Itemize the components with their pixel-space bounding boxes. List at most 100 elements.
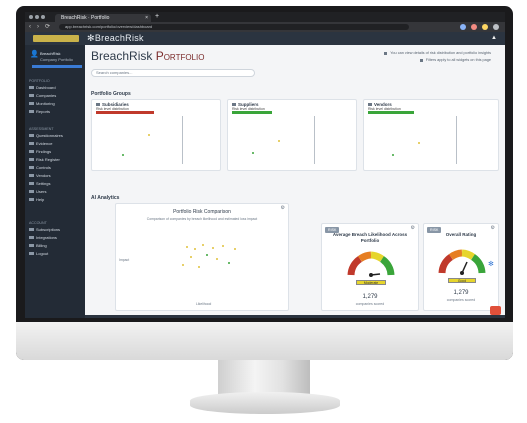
- axis-label-x: Likelihood: [196, 302, 212, 306]
- gear-icon[interactable]: ⚙: [491, 226, 495, 231]
- scatter-card[interactable]: ⚙ Portfolio Risk Comparison Comparison o…: [115, 203, 289, 311]
- browser-toolbar: ‹ › ⟳ app.breachrisk.com/portfolio/overv…: [25, 22, 505, 32]
- sidebar-item-label: Risk Register: [36, 157, 60, 162]
- tab-close-icon[interactable]: ×: [145, 14, 148, 22]
- reload-icon[interactable]: ⟳: [45, 23, 50, 31]
- forward-icon[interactable]: ›: [37, 23, 39, 31]
- new-tab-button[interactable]: +: [155, 13, 159, 21]
- gear-icon[interactable]: ⚙: [411, 226, 415, 231]
- sidebar-item-help[interactable]: Help: [29, 197, 83, 203]
- sidebar-item-questionnaires[interactable]: Questionnaires: [29, 133, 83, 139]
- scatter-dot: [222, 245, 224, 247]
- sidebar-item-evidence[interactable]: Evidence: [29, 141, 83, 147]
- axis-label-y: Impact: [119, 258, 130, 262]
- scatter-dot: [202, 244, 204, 246]
- sidebar-item-companies[interactable]: Companies: [29, 93, 83, 99]
- section-title-ai: AI Analytics: [91, 195, 120, 201]
- sidebar-item-label: Logout: [36, 251, 49, 256]
- risk-bar-low: [232, 111, 272, 114]
- sidebar-item-icon: [29, 198, 34, 202]
- snowflake-icon: ✻: [488, 261, 494, 268]
- profile-progress-bar: [32, 65, 82, 68]
- page-title-accent: Portfolio: [155, 49, 205, 63]
- app-header: ✻BreachRisk ▲: [25, 32, 505, 45]
- sidebar-item-dashboard[interactable]: Dashboard: [29, 85, 83, 91]
- browser-tab[interactable]: BreachRisk · Portfolio ×: [55, 14, 151, 22]
- sidebar-item-subscriptions[interactable]: Subscriptions: [29, 227, 83, 233]
- sidebar-item-monitoring[interactable]: Monitoring: [29, 101, 83, 107]
- info-note: You can view details of risk distributio…: [384, 51, 491, 55]
- scatter-dot: [198, 266, 200, 268]
- scatter-dot: [206, 254, 208, 256]
- sidebar-item-billing[interactable]: Billing: [29, 243, 83, 249]
- gauge-subtitle: companies scored: [355, 302, 385, 306]
- gauge-card[interactable]: RISK ⚙ Average Breach Likelihood Across …: [321, 223, 419, 311]
- sidebar-item-icon: [29, 236, 34, 240]
- sidebar-item-label: Billing: [36, 243, 47, 248]
- window-controls[interactable]: [29, 15, 45, 19]
- chart-axis: [182, 116, 183, 164]
- tab-title: BreachRisk · Portfolio: [61, 15, 110, 21]
- profile-block[interactable]: 👤 BreachRisk Company Portfolio: [30, 50, 82, 70]
- sidebar-item-icon: [29, 228, 34, 232]
- sidebar-item-logout[interactable]: Logout: [29, 251, 83, 257]
- profile-icon[interactable]: [493, 24, 499, 30]
- sidebar-item-label: Reports: [36, 109, 51, 114]
- main-content: BreachRisk Portfolio Search companies...…: [85, 45, 505, 318]
- info-note: Filters apply to all widgets on this pag…: [420, 58, 491, 62]
- extension-icon[interactable]: [471, 24, 477, 30]
- portfolio-card[interactable]: Vendors Risk level distribution: [363, 99, 499, 171]
- extension-icon[interactable]: [482, 24, 488, 30]
- gauge-value: 1,279: [362, 294, 378, 300]
- risk-dot: [252, 152, 254, 154]
- sidebar-item-icon: [29, 150, 34, 154]
- sidebar-item-users[interactable]: Users: [29, 189, 83, 195]
- extension-icons: [460, 24, 499, 30]
- screen: BreachRisk · Portfolio × + ‹ › ⟳ app.bre…: [25, 12, 505, 318]
- extension-icon[interactable]: [460, 24, 466, 30]
- sidebar-section-assessment: ASSESSMENT: [29, 127, 54, 131]
- alert-icon[interactable]: ▲: [491, 35, 497, 41]
- sidebar-section-account: ACCOUNT: [29, 221, 47, 225]
- page-title-plain: BreachRisk: [91, 49, 153, 63]
- score-chip: Moderate: [356, 280, 386, 285]
- section-title-portfolio: Portfolio Groups: [91, 91, 131, 97]
- sidebar-item-reports[interactable]: Reports: [29, 109, 83, 115]
- brand-logo[interactable]: ✻BreachRisk: [87, 33, 144, 44]
- monitor-base: [190, 392, 340, 414]
- chart-axis: [456, 116, 457, 164]
- sidebar-item-integrations[interactable]: Integrations: [29, 235, 83, 241]
- sidebar-item-settings[interactable]: Settings: [29, 181, 83, 187]
- sidebar-item-findings[interactable]: Findings: [29, 149, 83, 155]
- sidebar-item-label: Settings: [36, 181, 51, 186]
- sidebar-item-icon: [29, 190, 34, 194]
- sidebar-item-label: Help: [36, 197, 45, 202]
- scatter-title: Portfolio Risk Comparison: [173, 209, 231, 215]
- page-title: BreachRisk Portfolio: [91, 49, 204, 63]
- portfolio-card[interactable]: Suppliers Risk level distribution: [227, 99, 357, 171]
- address-bar[interactable]: app.breachrisk.com/portfolio/overview/da…: [59, 24, 409, 30]
- monitor-chin: [16, 322, 513, 360]
- sidebar-item-vendors[interactable]: Vendors: [29, 173, 83, 179]
- sidebar-item-icon: [29, 158, 34, 162]
- scatter-subtitle: Comparison of companies by breach likeli…: [146, 217, 258, 221]
- sidebar-item-icon: [29, 244, 34, 248]
- sidebar-item-label: Monitoring: [36, 101, 55, 106]
- chart-axis: [314, 116, 315, 164]
- risk-dot: [148, 134, 150, 136]
- risk-bar-high: [96, 111, 154, 114]
- company-logo[interactable]: [33, 35, 79, 42]
- sidebar-item-controls[interactable]: Controls: [29, 165, 83, 171]
- gauge-card[interactable]: RISK ⚙ Overall Rating ✻ Good 1,279 compa…: [423, 223, 499, 311]
- sidebar-item-risk-register[interactable]: Risk Register: [29, 157, 83, 163]
- gauge-title: Average Breach Likelihood Across Portfol…: [332, 232, 408, 243]
- back-icon[interactable]: ‹: [29, 23, 31, 31]
- sidebar-item-icon: [29, 86, 34, 90]
- portfolio-card[interactable]: Subsidiaries Risk level distribution: [91, 99, 221, 171]
- sidebar-item-label: Integrations: [36, 235, 57, 240]
- sidebar-item-label: Questionnaires: [36, 133, 63, 138]
- scatter-dot: [228, 262, 230, 264]
- search-input[interactable]: Search companies...: [91, 69, 255, 77]
- scatter-dot: [194, 248, 196, 250]
- chat-button[interactable]: [490, 306, 501, 315]
